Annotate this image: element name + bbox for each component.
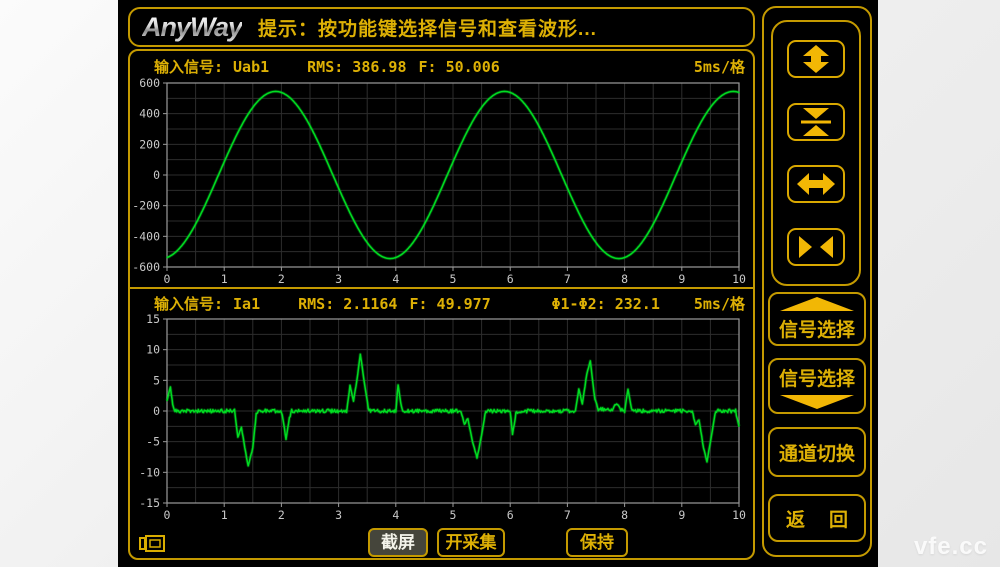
expand-horizontal-icon <box>797 171 835 197</box>
analyzer-screen: AnyWay 提示：按功能键选择信号和查看波形... 输入信号: Uab1 RM… <box>118 0 878 567</box>
compress-horizontal-button[interactable] <box>787 228 845 266</box>
svg-text:400: 400 <box>139 107 160 121</box>
current-waveform-chart: 0 1 2 3 4 5 6 7 8 9 10 15 10 5 0 -5 -10 -15 <box>130 313 755 525</box>
channel1-frequency: F: 50.006 <box>419 58 500 76</box>
svg-text:-10: -10 <box>139 465 160 479</box>
channel2-info: 输入信号: Ia1 RMS: 2.1164 F: 49.977 Φ1-Φ2: 2… <box>130 293 753 314</box>
hold-button[interactable]: 保持 <box>566 528 628 557</box>
page-background: AnyWay 提示：按功能键选择信号和查看波形... 输入信号: Uab1 RM… <box>0 0 1000 567</box>
expand-vertical-icon <box>798 45 834 73</box>
svg-text:6: 6 <box>507 272 514 286</box>
signal-select-down-button[interactable]: 信号选择 <box>768 358 866 414</box>
return-label-left: 返 <box>786 505 805 532</box>
svg-text:4: 4 <box>392 508 399 522</box>
svg-text:-600: -600 <box>132 260 160 274</box>
svg-text:-200: -200 <box>132 199 160 213</box>
svg-text:0: 0 <box>164 272 171 286</box>
signal-select-up-label: 信号选择 <box>779 315 855 342</box>
channel1-label: 输入信号: <box>154 56 223 77</box>
channel1-info: 输入信号: Uab1 RMS: 386.98 F: 50.006 5ms/格 <box>130 56 753 77</box>
channel-switch-button[interactable]: 通道切换 <box>768 427 866 477</box>
bottom-toolbar: 截屏 开采集 保持 <box>130 528 753 558</box>
chart-divider <box>130 287 753 289</box>
signal-select-up-button[interactable]: 信号选择 <box>768 292 866 346</box>
triangle-down-icon <box>780 395 854 409</box>
right-control-panel: 信号选择 信号选择 通道切换 返 回 <box>762 6 872 557</box>
return-button[interactable]: 返 回 <box>768 494 866 542</box>
svg-text:8: 8 <box>621 508 628 522</box>
phase-difference: Φ1-Φ2: 232.1 <box>552 295 660 313</box>
expand-vertical-button[interactable] <box>787 40 845 78</box>
svg-text:2: 2 <box>278 508 285 522</box>
start-acquisition-button[interactable]: 开采集 <box>437 528 505 557</box>
waveform-panel: 输入信号: Uab1 RMS: 386.98 F: 50.006 5ms/格 0… <box>128 49 755 560</box>
svg-text:2: 2 <box>278 272 285 286</box>
compress-vertical-button[interactable] <box>787 103 845 141</box>
triangle-up-icon <box>780 297 854 311</box>
svg-text:600: 600 <box>139 77 160 90</box>
status-tip: 提示：按功能键选择信号和查看波形... <box>258 14 597 41</box>
channel2-timebase: 5ms/格 <box>694 293 745 314</box>
return-label-right: 回 <box>829 505 848 532</box>
svg-text:8: 8 <box>621 272 628 286</box>
watermark: vfe.cc <box>914 533 988 561</box>
signal-select-down-label: 信号选择 <box>779 364 855 391</box>
screenshot-button[interactable]: 截屏 <box>368 528 428 557</box>
svg-text:5: 5 <box>450 508 457 522</box>
channel-switch-label: 通道切换 <box>779 439 855 466</box>
svg-text:-15: -15 <box>139 496 160 510</box>
expand-horizontal-button[interactable] <box>787 165 845 203</box>
channel1-signal: Uab1 <box>233 58 269 76</box>
svg-text:10: 10 <box>146 343 160 357</box>
svg-text:-400: -400 <box>132 229 160 243</box>
svg-text:4: 4 <box>392 272 399 286</box>
svg-text:0: 0 <box>153 404 160 418</box>
compress-vertical-icon <box>798 108 834 136</box>
voltage-waveform-chart: 0 1 2 3 4 5 6 7 8 9 10 600 400 200 0 -200 -400 -600 <box>130 77 755 289</box>
svg-text:9: 9 <box>678 508 685 522</box>
svg-text:0: 0 <box>153 168 160 182</box>
compress-horizontal-icon <box>797 234 835 260</box>
channel1-timebase: 5ms/格 <box>694 56 745 77</box>
channel2-signal: Ia1 <box>233 295 260 313</box>
zoom-button-group <box>771 20 861 286</box>
svg-text:9: 9 <box>678 272 685 286</box>
header-bar: AnyWay 提示：按功能键选择信号和查看波形... <box>128 7 755 47</box>
svg-text:15: 15 <box>146 313 160 326</box>
svg-text:3: 3 <box>335 508 342 522</box>
svg-text:7: 7 <box>564 508 571 522</box>
brand-logo: AnyWay <box>142 12 242 43</box>
svg-text:10: 10 <box>732 272 746 286</box>
usb-drive-icon <box>138 532 168 556</box>
svg-text:1: 1 <box>221 508 228 522</box>
svg-text:5: 5 <box>450 272 457 286</box>
svg-text:7: 7 <box>564 272 571 286</box>
svg-text:3: 3 <box>335 272 342 286</box>
svg-text:5: 5 <box>153 373 160 387</box>
svg-text:200: 200 <box>139 137 160 151</box>
svg-text:-5: -5 <box>146 435 160 449</box>
svg-text:10: 10 <box>732 508 746 522</box>
svg-text:6: 6 <box>507 508 514 522</box>
channel2-label: 输入信号: <box>154 293 223 314</box>
channel1-rms: RMS: 386.98 <box>307 58 406 76</box>
svg-text:1: 1 <box>221 272 228 286</box>
svg-text:0: 0 <box>164 508 171 522</box>
channel2-frequency: F: 49.977 <box>409 295 490 313</box>
channel2-rms: RMS: 2.1164 <box>298 295 397 313</box>
